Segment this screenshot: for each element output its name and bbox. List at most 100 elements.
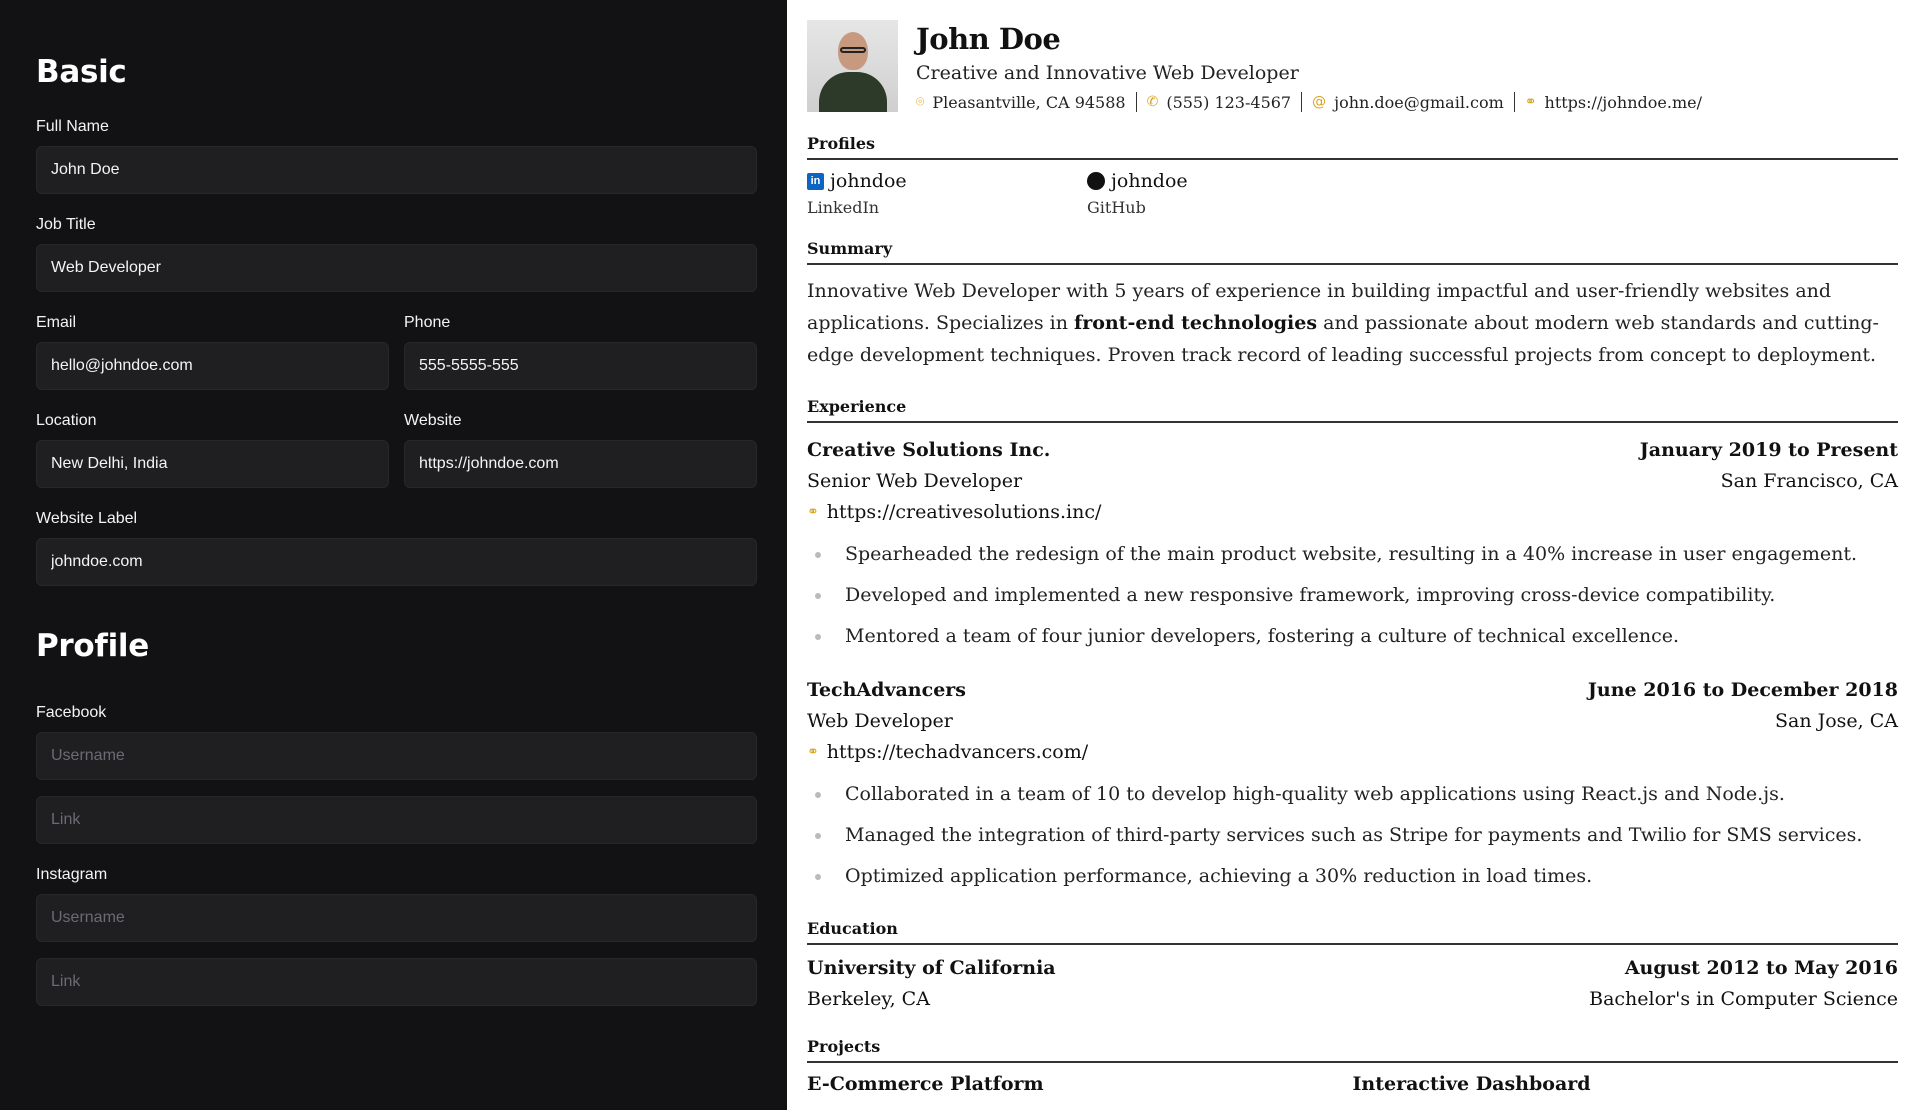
contact-email[interactable]: @ john.doe@gmail.com xyxy=(1312,93,1504,112)
bullet: Mentored a team of four junior developer… xyxy=(807,616,1898,657)
github-icon xyxy=(1087,172,1105,190)
link-icon: ⚭ xyxy=(807,504,819,520)
location-text: Pleasantville, CA 94588 xyxy=(932,92,1126,112)
institution: University of California xyxy=(807,957,1056,979)
profile-username: johndoe xyxy=(1111,170,1188,192)
job-title-input[interactable] xyxy=(36,244,757,292)
email-text: john.doe@gmail.com xyxy=(1334,92,1504,112)
instagram-username-input[interactable] xyxy=(36,894,757,942)
facebook-link-input[interactable] xyxy=(36,796,757,844)
profile-linkedin[interactable]: in johndoe LinkedIn xyxy=(807,170,1087,217)
link-icon: ⚭ xyxy=(807,744,819,760)
phone-input[interactable] xyxy=(404,342,757,390)
education-item: University of California August 2012 to M… xyxy=(807,953,1898,1015)
bullet: Optimized application performance, achie… xyxy=(807,856,1898,897)
job-location: San Francisco, CA xyxy=(1720,470,1898,492)
full-name-input[interactable] xyxy=(36,146,757,194)
resume-name: John Doe xyxy=(916,22,1061,56)
bullet: Spearheaded the redesign of the main pro… xyxy=(807,534,1898,575)
location-field: Location xyxy=(36,412,389,488)
profile-photo xyxy=(807,20,898,112)
phone-icon: ✆ xyxy=(1146,94,1159,110)
instagram-label: Instagram xyxy=(36,866,108,883)
map-pin-icon: ⌾ xyxy=(916,94,925,110)
company-name: Creative Solutions Inc. xyxy=(807,439,1051,461)
divider xyxy=(1135,92,1137,112)
profile-username: johndoe xyxy=(830,170,907,192)
bullet: Developed and implemented a new responsi… xyxy=(807,575,1898,616)
basic-section-title: Basic xyxy=(36,54,127,90)
location-label: Location xyxy=(36,412,97,429)
position: Senior Web Developer xyxy=(807,470,1023,492)
date-range: August 2012 to May 2016 xyxy=(1624,957,1898,979)
link-icon: ⚭ xyxy=(1524,94,1537,110)
website-label: Website xyxy=(404,412,462,429)
divider xyxy=(1301,92,1303,112)
projects-list: E-Commerce Platform Interactive Dashboar… xyxy=(807,1073,1898,1095)
date-range: January 2019 to Present xyxy=(1639,439,1898,461)
profile-network: LinkedIn xyxy=(807,198,880,217)
website-label-input[interactable] xyxy=(36,538,757,586)
phone-label: Phone xyxy=(404,314,451,331)
experience-item: Creative Solutions Inc. January 2019 to P… xyxy=(807,435,1898,657)
bullet: Managed the integration of third-party s… xyxy=(807,815,1898,856)
company-link[interactable]: ⚭ https://creativesolutions.inc/ xyxy=(807,497,1898,528)
profile-network: GitHub xyxy=(1087,198,1146,217)
phone-text: (555) 123-4567 xyxy=(1166,92,1292,112)
company-url: https://creativesolutions.inc/ xyxy=(826,501,1102,523)
summary-bold: front-end technologies xyxy=(1074,312,1318,334)
company-link[interactable]: ⚭ https://techadvancers.com/ xyxy=(807,737,1898,768)
education-heading: Education xyxy=(807,919,1898,945)
facebook-username-input[interactable] xyxy=(36,732,757,780)
job-title-label: Job Title xyxy=(36,216,96,233)
edu-location: Berkeley, CA xyxy=(807,988,930,1010)
degree: Bachelor's in Computer Science xyxy=(1589,988,1898,1010)
editor-panel: Basic Full Name Job Title Email Phone Lo… xyxy=(0,0,787,1110)
full-name-label: Full Name xyxy=(36,118,109,135)
resume-headline: Creative and Innovative Web Developer xyxy=(916,62,1299,84)
website-input[interactable] xyxy=(404,440,757,488)
bullet-list: Spearheaded the redesign of the main pro… xyxy=(807,534,1898,657)
experience-heading: Experience xyxy=(807,397,1898,423)
resume-header: John Doe Creative and Innovative Web Dev… xyxy=(807,20,1898,112)
website-label-field: Website Label xyxy=(36,510,757,586)
linkedin-icon: in xyxy=(807,172,824,190)
at-icon: @ xyxy=(1312,94,1327,110)
profile-section-title: Profile xyxy=(36,628,149,664)
project-title: Interactive Dashboard xyxy=(1352,1073,1591,1095)
instagram-link-input[interactable] xyxy=(36,958,757,1006)
company-url: https://techadvancers.com/ xyxy=(826,741,1089,763)
location-input[interactable] xyxy=(36,440,389,488)
website-label-label: Website Label xyxy=(36,510,138,527)
contact-phone: ✆ (555) 123-4567 xyxy=(1147,93,1292,112)
divider xyxy=(1513,92,1515,112)
phone-field: Phone xyxy=(404,314,757,390)
facebook-label: Facebook xyxy=(36,704,107,721)
date-range: June 2016 to December 2018 xyxy=(1587,679,1898,701)
summary-text: Innovative Web Developer with 5 years of… xyxy=(807,275,1898,371)
job-location: San Jose, CA xyxy=(1774,710,1898,732)
contact-line: ⌾ Pleasantville, CA 94588 ✆ (555) 123-4567… xyxy=(916,92,1702,112)
website-field: Website xyxy=(404,412,757,488)
bullet: Collaborated in a team of 10 to develop … xyxy=(807,774,1898,815)
full-name-field: Full Name xyxy=(36,118,757,194)
email-field: Email xyxy=(36,314,389,390)
profiles-list: in johndoe LinkedIn johndoe GitHub xyxy=(807,170,1898,217)
bullet-list: Collaborated in a team of 10 to develop … xyxy=(807,774,1898,897)
email-label: Email xyxy=(36,314,77,331)
website-text: https://johndoe.me/ xyxy=(1544,92,1702,112)
job-title-field: Job Title xyxy=(36,216,757,292)
contact-website[interactable]: ⚭ https://johndoe.me/ xyxy=(1525,93,1702,112)
profiles-heading: Profiles xyxy=(807,134,1898,160)
project-title: E-Commerce Platform xyxy=(807,1073,1044,1095)
resume-preview: John Doe Creative and Innovative Web Dev… xyxy=(787,0,1920,1110)
experience-item: TechAdvancers June 2016 to December 2018 … xyxy=(807,675,1898,897)
projects-heading: Projects xyxy=(807,1037,1898,1063)
email-input[interactable] xyxy=(36,342,389,390)
position: Web Developer xyxy=(807,710,953,732)
facebook-field: Facebook xyxy=(36,704,757,844)
instagram-field: Instagram xyxy=(36,866,757,1006)
profile-github[interactable]: johndoe GitHub xyxy=(1087,170,1367,217)
summary-heading: Summary xyxy=(807,239,1898,265)
contact-location: ⌾ Pleasantville, CA 94588 xyxy=(916,93,1126,112)
